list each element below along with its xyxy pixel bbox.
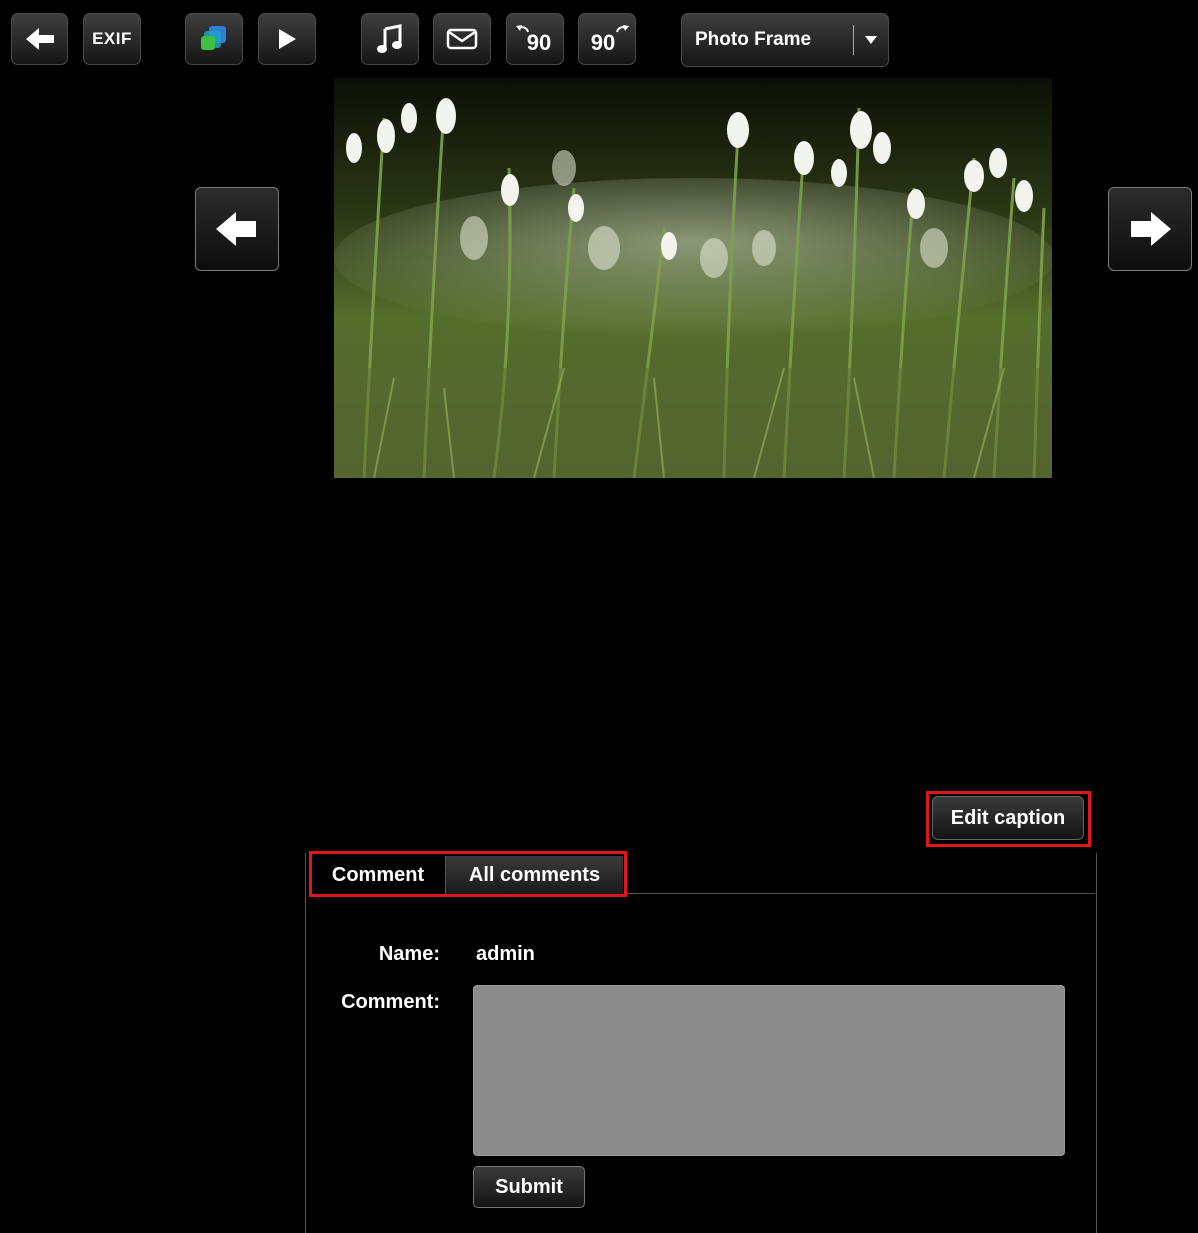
slideshow-effects-button[interactable] (185, 13, 243, 65)
share-email-button[interactable] (433, 13, 491, 65)
photo-frame-dropdown[interactable]: Photo Frame (681, 13, 889, 67)
name-value: admin (476, 943, 535, 965)
tab-comment[interactable]: Comment (311, 856, 445, 894)
tab-all-comments[interactable]: All comments (445, 856, 623, 894)
play-slideshow-button[interactable] (258, 13, 316, 65)
arrow-left-icon (216, 212, 256, 246)
rotate-right-label: 90 (590, 30, 616, 55)
comment-label: Comment: (341, 991, 440, 1013)
envelope-icon (446, 28, 478, 50)
rotate-right-button[interactable]: 90 (578, 13, 636, 65)
music-note-icon (377, 24, 402, 53)
music-button[interactable] (361, 13, 419, 65)
name-label: Name: (378, 943, 440, 965)
comment-textarea[interactable] (473, 985, 1065, 1156)
rotate-left-button[interactable]: 90 (506, 13, 564, 65)
arrow-left-icon (25, 28, 54, 50)
main-photo (334, 78, 1052, 478)
panel-divider (625, 893, 1095, 894)
next-photo-button[interactable] (1108, 187, 1192, 271)
rotate-left-label: 90 (526, 30, 552, 55)
rotate-right-icon (616, 25, 629, 33)
photo-frame-selected: Photo Frame (695, 29, 812, 50)
chevron-down-icon (854, 36, 888, 44)
submit-button[interactable]: Submit (473, 1166, 585, 1208)
play-icon (279, 29, 296, 49)
rotate-left-icon (516, 25, 529, 33)
arrow-right-icon (1131, 212, 1171, 246)
edit-caption-button[interactable]: Edit caption (932, 796, 1084, 840)
exif-button[interactable]: EXIF (83, 13, 141, 65)
previous-photo-button[interactable] (195, 187, 279, 271)
layers-icon (201, 26, 226, 50)
back-button[interactable] (11, 13, 68, 65)
